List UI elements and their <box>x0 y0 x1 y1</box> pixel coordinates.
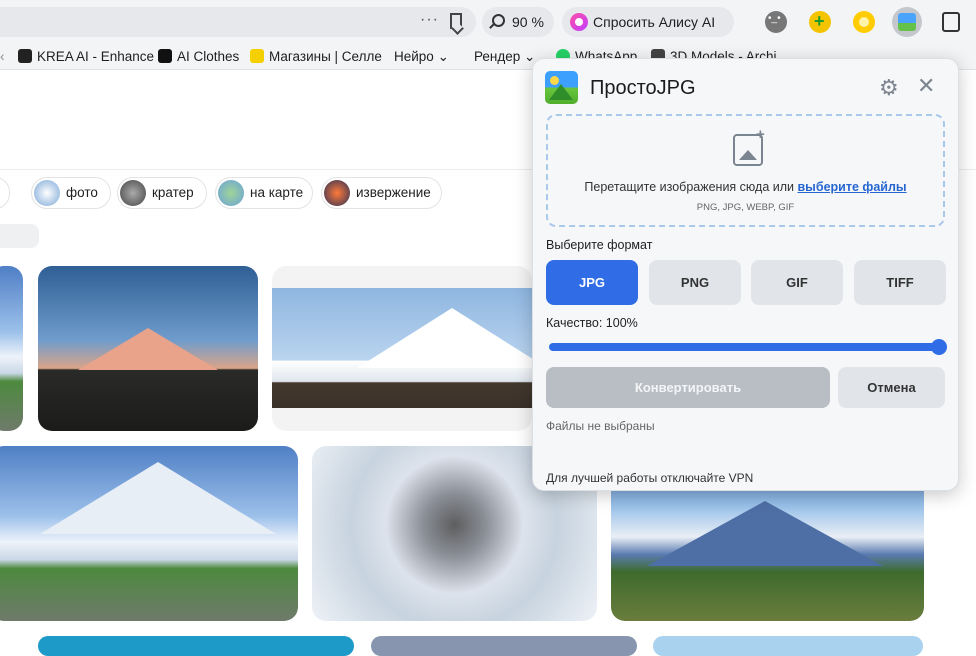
drop-instruction: Перетащите изображения сюда или <box>584 180 798 194</box>
shop-icon <box>250 49 264 63</box>
chip-on-map[interactable]: на карте <box>215 177 313 209</box>
drop-zone[interactable]: Перетащите изображения сюда или выберите… <box>546 114 945 227</box>
filter-bar[interactable] <box>0 224 39 248</box>
chip-label: извержение <box>356 185 431 200</box>
add-image-icon <box>733 126 765 166</box>
more-icon[interactable]: ··· <box>420 11 439 29</box>
bookmark-krea[interactable]: KREA AI - Enhance <box>18 49 154 64</box>
image-result[interactable] <box>0 446 298 621</box>
image-result[interactable] <box>371 636 637 656</box>
settings-gear-icon[interactable]: ⚙ <box>879 77 901 99</box>
bookmark-folder-render[interactable]: Рендер ⌄ <box>474 49 535 65</box>
alice-label: Спросить Алису AI <box>593 14 716 30</box>
extensions-puzzle-icon[interactable] <box>942 12 960 32</box>
status-text: Файлы не выбраны <box>546 419 655 433</box>
chip-label: на карте <box>250 185 304 200</box>
krea-icon <box>18 49 32 63</box>
slider-thumb[interactable] <box>931 339 947 355</box>
image-icon <box>898 13 916 31</box>
chip-thumbnail <box>120 180 146 206</box>
bookmark-icon[interactable] <box>450 13 462 29</box>
volcano-shape <box>357 308 532 368</box>
extension-prostojpg-icon[interactable] <box>892 7 922 37</box>
chip-thumbnail <box>218 180 244 206</box>
zoom-icon <box>492 14 505 27</box>
bookmarks-overflow-icon[interactable]: ‹ <box>0 49 5 64</box>
image-result[interactable] <box>38 636 354 656</box>
prostojpg-logo-icon <box>545 71 578 104</box>
chip-crater[interactable]: кратер <box>117 177 207 209</box>
popup-title: ПростоJPG <box>590 77 696 99</box>
bookmark-shops[interactable]: Магазины | Селле <box>250 49 382 64</box>
quality-label: Качество: 100% <box>546 316 638 330</box>
image-result[interactable] <box>653 636 923 656</box>
chip-thumbnail <box>324 180 350 206</box>
chip-partial[interactable]: а <box>0 177 10 209</box>
chevron-down-icon: ⌄ <box>437 49 449 64</box>
close-icon[interactable]: ✕ <box>917 75 939 97</box>
footer-note: Для лучшей работы отключайте VPN <box>546 471 754 485</box>
chip-label: кратер <box>152 185 194 200</box>
image-result[interactable] <box>272 266 532 431</box>
image-result[interactable] <box>38 266 258 431</box>
volcano-shape <box>40 462 276 534</box>
chip-eruption[interactable]: извержение <box>321 177 442 209</box>
quality-slider[interactable] <box>549 339 947 355</box>
extension-plus-icon[interactable] <box>809 11 831 33</box>
bookmark-label: Рендер <box>474 49 521 64</box>
chip-label: фото <box>66 185 98 200</box>
chip-thumbnail <box>34 180 60 206</box>
extension-coin-icon[interactable] <box>853 11 875 33</box>
extension-robot-icon[interactable] <box>765 11 787 33</box>
prostojpg-popup: ПростоJPG ⚙ ✕ Перетащите изображения сюд… <box>532 58 959 491</box>
bookmark-label: Магазины | Селле <box>269 49 382 64</box>
format-label: Выберите формат <box>546 238 653 252</box>
address-bar[interactable]: ··· <box>0 7 476 37</box>
bookmark-label: AI Clothes <box>177 49 240 64</box>
bookmark-folder-neuro[interactable]: Нейро ⌄ <box>394 49 449 65</box>
choose-files-link[interactable]: выберите файлы <box>797 180 906 194</box>
format-gif-button[interactable]: GIF <box>751 260 843 305</box>
alice-button[interactable]: Спросить Алису AI <box>562 7 734 37</box>
format-png-button[interactable]: PNG <box>649 260 741 305</box>
bookmark-ai-clothes[interactable]: AI Clothes <box>158 49 239 64</box>
volcano-shape <box>78 328 218 370</box>
supported-formats: PNG, JPG, WEBP, GIF <box>696 202 795 213</box>
chip-photo[interactable]: фото <box>31 177 111 209</box>
browser-toolbar: ··· 90 % Спросить Алису AI <box>0 0 976 44</box>
volcano-shape <box>647 501 883 566</box>
convert-button[interactable]: Конвертировать <box>546 367 830 408</box>
ai-clothes-icon <box>158 49 172 63</box>
format-tiff-button[interactable]: TIFF <box>854 260 946 305</box>
drop-zone-text: Перетащите изображения сюда или выберите… <box>548 180 943 194</box>
format-jpg-button[interactable]: JPG <box>546 260 638 305</box>
cancel-button[interactable]: Отмена <box>838 367 945 408</box>
alice-icon <box>570 13 588 31</box>
image-result[interactable] <box>0 266 23 431</box>
zoom-button[interactable]: 90 % <box>482 7 554 37</box>
bookmark-label: Нейро <box>394 49 434 64</box>
bookmark-label: KREA AI - Enhance <box>37 49 155 64</box>
zoom-label: 90 % <box>512 14 544 30</box>
